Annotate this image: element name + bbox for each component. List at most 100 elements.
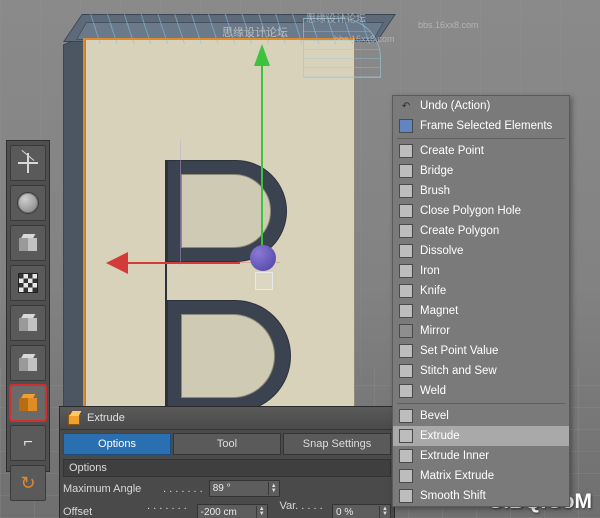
- menu-item-stitch-and-sew[interactable]: Stitch and Sew: [393, 361, 569, 381]
- menu-item-close-polygon-hole[interactable]: Close Polygon Hole: [393, 201, 569, 221]
- axis-y-line: [261, 52, 263, 252]
- axis-guide-vertical: [180, 140, 181, 265]
- left-toolbar[interactable]: ⌐ ↻: [6, 140, 50, 501]
- menu-item-brush[interactable]: Brush: [393, 181, 569, 201]
- tab-options[interactable]: Options: [63, 433, 171, 455]
- create-point-icon: [399, 144, 413, 158]
- sidebar-item-spline[interactable]: ⌐: [10, 425, 46, 461]
- sidebar-item-model-mode[interactable]: [10, 225, 46, 261]
- watermark-text-2: 思缘设计论坛: [306, 14, 366, 25]
- create-polygon-icon: [399, 224, 413, 238]
- sidebar-item-object-axis[interactable]: [10, 145, 46, 181]
- sidebar-item-globe[interactable]: [10, 185, 46, 221]
- menu-item-frame-selected-elements[interactable]: Frame Selected Elements: [393, 116, 569, 136]
- dialog-title-bar: Extrude: [60, 407, 394, 430]
- menu-item-create-polygon[interactable]: Create Polygon: [393, 221, 569, 241]
- offset-var-field[interactable]: [333, 505, 380, 518]
- letter-lower-counter-face: [181, 314, 275, 398]
- menu-item-dissolve[interactable]: Dissolve: [393, 241, 569, 261]
- menu-item-label: Frame Selected Elements: [420, 120, 553, 132]
- menu-item-label: Smooth Shift: [420, 490, 486, 502]
- knife-icon: [399, 284, 413, 298]
- extrude-icon: [66, 411, 82, 425]
- menu-item-label: Extrude: [420, 430, 460, 442]
- stitch-and-sew-icon: [399, 364, 413, 378]
- maximum-angle-stepper[interactable]: ▲ ▼: [267, 482, 279, 495]
- label-offset: Offset: [63, 506, 93, 518]
- sidebar-item-edges-mode[interactable]: [10, 345, 46, 381]
- offset-var-stepper[interactable]: ▲ ▼: [379, 505, 390, 518]
- watermark-url-1: bbs.16xx8.com: [334, 34, 395, 44]
- mirror-icon: [399, 324, 413, 338]
- tab-tool[interactable]: Tool: [173, 433, 281, 455]
- menu-item-undo[interactable]: ↶ Undo (Action): [393, 96, 569, 116]
- cube-points-icon: [19, 314, 37, 332]
- input-offset[interactable]: ▲▼: [196, 503, 268, 518]
- brush-icon: [399, 184, 413, 198]
- set-point-value-icon: [399, 344, 413, 358]
- menu-item-mirror[interactable]: Mirror: [393, 321, 569, 341]
- menu-item-matrix-extrude[interactable]: Matrix Extrude: [393, 466, 569, 486]
- dialog-tabs[interactable]: Options Tool Snap Settings: [60, 430, 394, 455]
- menu-item-label: Stitch and Sew: [420, 365, 497, 377]
- extruded-letter-b-model[interactable]: [63, 14, 396, 487]
- letter-stem-edge: [165, 160, 167, 410]
- menu-item-label: Close Polygon Hole: [420, 205, 522, 217]
- menu-item-bevel[interactable]: Bevel: [393, 406, 569, 426]
- menu-item-create-point[interactable]: Create Point: [393, 141, 569, 161]
- extrude-dialog[interactable]: Extrude Options Tool Snap Settings Optio…: [59, 406, 395, 518]
- label-maximum-angle: Maximum Angle: [63, 482, 142, 495]
- menu-item-smooth-shift[interactable]: Smooth Shift: [393, 486, 569, 506]
- menu-item-extrude[interactable]: Extrude: [393, 426, 569, 446]
- gizmo-scale-handle[interactable]: [255, 272, 273, 290]
- field-row-maximum-angle: Maximum Angle . . . . . . . ▲▼: [63, 480, 391, 497]
- selection-outline-top: [83, 38, 355, 40]
- watermark-url-2: bbs.16xx8.com: [418, 20, 479, 30]
- menu-item-label: Brush: [420, 185, 451, 197]
- iron-icon: [399, 264, 413, 278]
- sidebar-item-move[interactable]: ↻: [10, 465, 46, 501]
- weld-icon: [399, 384, 413, 398]
- menu-item-label: Magnet: [420, 305, 459, 317]
- menu-item-set-point-value[interactable]: Set Point Value: [393, 341, 569, 361]
- menu-item-label: Iron: [420, 265, 440, 277]
- menu-item-iron[interactable]: Iron: [393, 261, 569, 281]
- menu-item-label: Bevel: [420, 410, 449, 422]
- menu-separator: [397, 138, 565, 139]
- dialog-title: Extrude: [87, 412, 125, 424]
- menu-item-label: Matrix Extrude: [420, 470, 495, 482]
- globe-icon: [17, 192, 39, 214]
- input-maximum-angle[interactable]: ▲▼: [208, 480, 280, 497]
- offset-stepper[interactable]: ▲ ▼: [255, 505, 267, 518]
- gizmo-center-handle[interactable]: [250, 245, 276, 271]
- menu-item-knife[interactable]: Knife: [393, 281, 569, 301]
- tab-snap-settings[interactable]: Snap Settings: [283, 433, 391, 455]
- arc-arrow-icon: ↻: [20, 473, 36, 493]
- sidebar-item-points-mode[interactable]: [10, 305, 46, 341]
- sidebar-item-polygons-mode[interactable]: [9, 384, 47, 422]
- axis-y-arrow-icon[interactable]: [254, 44, 270, 66]
- menu-item-extrude-inner[interactable]: Extrude Inner: [393, 446, 569, 466]
- axis-icon: [18, 149, 38, 173]
- input-offset-var[interactable]: ▲▼: [332, 503, 392, 518]
- menu-item-weld[interactable]: Weld: [393, 381, 569, 401]
- menu-item-bridge[interactable]: Bridge: [393, 161, 569, 181]
- bevel-icon: [399, 409, 413, 423]
- sidebar-item-texture-mode[interactable]: [10, 265, 46, 301]
- context-menu[interactable]: ↶ Undo (Action) Frame Selected Elements …: [392, 95, 570, 507]
- watermark-text-1: 思缘设计论坛: [222, 27, 288, 39]
- axis-x-arrow-icon[interactable]: [106, 252, 128, 274]
- spline-icon: ⌐: [23, 434, 33, 451]
- dots-maximum-angle: . . . . . . .: [163, 482, 203, 495]
- extrude-icon: [399, 429, 413, 443]
- menu-item-label: Bridge: [420, 165, 454, 177]
- checker-icon: [18, 273, 38, 293]
- menu-item-magnet[interactable]: Magnet: [393, 301, 569, 321]
- menu-item-label: Knife: [420, 285, 447, 297]
- maximum-angle-field[interactable]: [209, 482, 268, 495]
- offset-field[interactable]: [197, 505, 256, 518]
- extrude-inner-icon: [399, 449, 413, 463]
- menu-item-label: Set Point Value: [420, 345, 499, 357]
- smooth-shift-icon: [399, 489, 413, 503]
- menu-item-label: Extrude Inner: [420, 450, 490, 462]
